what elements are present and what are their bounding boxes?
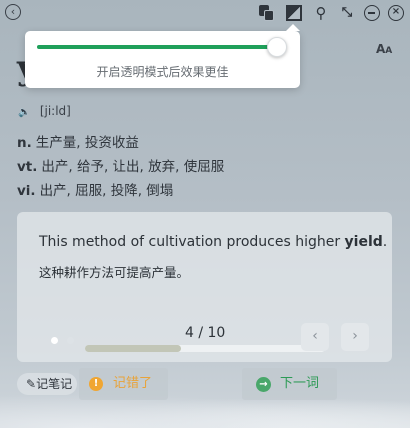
pin-icon[interactable]: ⚲ [313,5,329,21]
definitions: n. 生产量, 投资收益 vt. 出产, 给予, 让出, 放弃, 使屈服 vi. 出产… [17,131,224,203]
previous-example-button[interactable]: ‹ [301,323,329,351]
font-size-icon[interactable]: AA [376,42,392,56]
opacity-hint: 开启透明模式后效果更佳 [96,65,229,79]
example-progress-bar [85,345,325,352]
minimize-icon[interactable] [364,5,380,21]
pager-dot-active[interactable] [51,337,58,344]
example-sentence: This method of cultivation produces high… [39,234,388,250]
chevron-left-icon[interactable]: ‹ [5,4,21,20]
next-example-button[interactable]: › [341,323,369,351]
contrast-icon[interactable] [286,5,302,21]
close-icon[interactable]: × [388,5,404,21]
example-card: This method of cultivation produces high… [17,212,392,362]
example-keyword: yield [344,234,383,250]
pager-dot[interactable] [67,337,74,344]
definition-row: n. 生产量, 投资收益 [17,135,139,151]
definition-row: vt. 出产, 给予, 让出, 放弃, 使屈服 [17,159,225,175]
definition-row: vi. 出产, 屈服, 投降, 倒塌 [17,183,174,199]
exclamation-icon: ! [89,377,103,391]
pronunciation: 🔈 [ji:ld] [18,104,71,118]
next-word-button[interactable]: → 下一词 [242,368,337,400]
title-bar: ‹ ⚲ ⤡ × [0,0,410,28]
remembered-wrong-button[interactable]: ! 记错了 [79,368,168,400]
opacity-popup: 开启透明模式后效果更佳 [25,24,300,88]
take-note-button[interactable]: ✎记笔记 [17,373,77,395]
arrow-right-icon: → [256,377,271,392]
example-progress-fill [85,345,181,352]
page-counter: 4 / 10 [185,325,226,341]
example-translation: 这种耕作方法可提高产量。 [39,265,190,280]
pencil-icon: ✎ [26,377,37,391]
opacity-slider-track[interactable] [37,45,282,49]
phonetic: [ji:ld] [39,104,71,118]
copy-icon[interactable] [259,5,275,21]
shrink-icon[interactable]: ⤡ [339,5,355,21]
speaker-icon[interactable]: 🔈 [18,107,30,118]
opacity-slider-handle[interactable] [267,37,287,57]
